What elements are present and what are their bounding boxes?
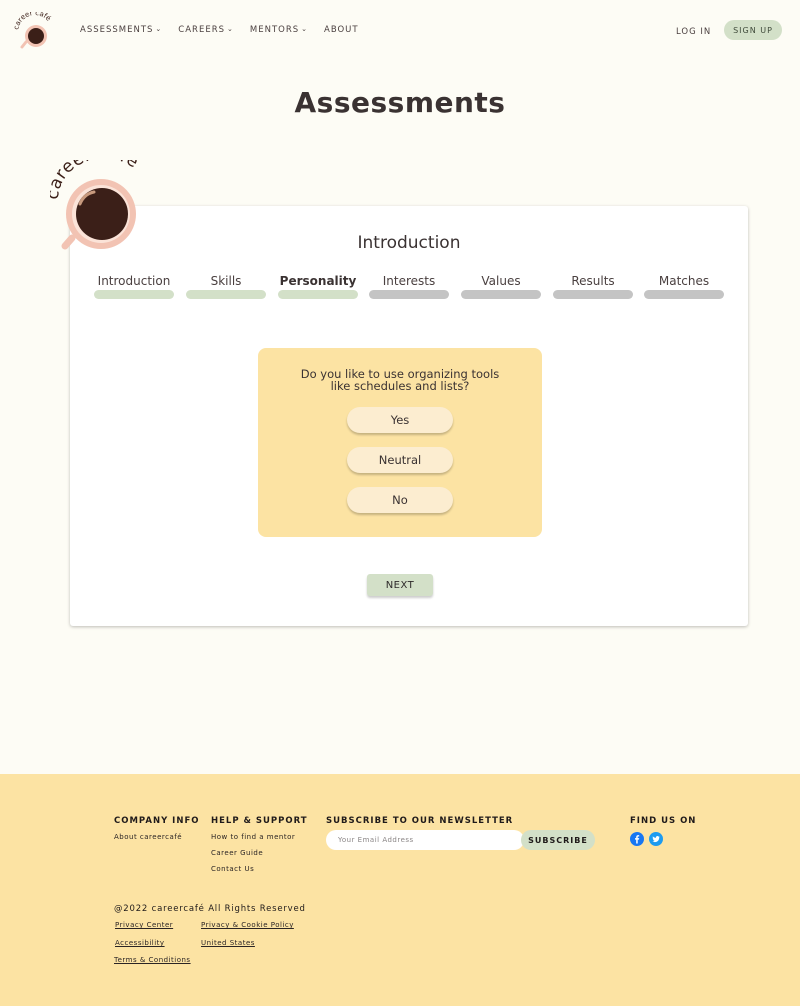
twitter-icon[interactable] [649,832,663,846]
step-bar-pending [461,290,541,299]
terms-conditions-link[interactable]: Terms & Conditions [114,956,191,964]
nav-assessments[interactable]: ASSESSMENTS ⌄ [80,25,162,35]
step-bar-complete [186,290,266,299]
step-label: Interests [382,274,436,288]
step-bar-pending [553,290,633,299]
nav-mentors-label: MENTORS [249,25,300,35]
find-mentor-link[interactable]: How to find a mentor [211,833,295,841]
nav-careers-label: CAREERS [178,25,225,35]
accessibility-link[interactable]: Accessibility [115,939,165,947]
site-footer: COMPANY INFO About careercafé HELP & SUP… [0,774,800,1006]
nav-mentors[interactable]: MENTORS ⌄ [250,25,308,35]
chevron-down-icon: ⌄ [155,25,163,33]
step-skills[interactable]: Skills [186,274,266,299]
nav-assessments-label: ASSESSMENTS [80,25,154,35]
about-link[interactable]: About careercafé [114,833,182,841]
step-label: Skills [210,274,242,288]
step-introduction[interactable]: Introduction [94,274,174,299]
newsletter-heading: SUBSCRIBE TO OUR NEWSLETTER [326,816,514,826]
email-field[interactable] [326,830,524,850]
region-link[interactable]: United States [201,939,255,947]
step-label: Values [481,274,521,288]
step-bar-complete [94,290,174,299]
card-title: Introduction [357,233,461,253]
step-label: Results [571,274,615,288]
answer-no-button[interactable]: No [347,487,453,513]
career-guide-link[interactable]: Career Guide [211,849,263,857]
find-us-heading: FIND US ON [630,816,697,826]
step-personality[interactable]: Personality [278,274,358,299]
step-values[interactable]: Values [461,274,541,299]
step-matches[interactable]: Matches [644,274,724,299]
step-label: Personality [279,274,357,288]
answer-yes-button[interactable]: Yes [347,407,453,433]
privacy-center-link[interactable]: Privacy Center [115,921,173,929]
step-bar-pending [644,290,724,299]
nav-about-label: ABOUT [324,25,359,35]
chevron-down-icon: ⌄ [301,25,308,33]
step-bar-current [278,290,358,299]
facebook-icon[interactable] [630,832,644,846]
company-info-heading: COMPANY INFO [114,816,200,826]
question-line-2: like schedules and lists? [330,379,470,393]
chevron-down-icon: ⌄ [227,25,234,33]
step-bar-pending [369,290,449,299]
contact-us-link[interactable]: Contact Us [211,865,254,873]
site-header: career café ASSESSMENTS ⌄ CAREERS ⌄ MENT… [0,0,800,60]
step-label: Matches [658,274,710,288]
page-title: Assessments [294,86,506,119]
nav-about[interactable]: ABOUT [324,25,359,35]
copyright-text: @2022 careercafé All Rights Reserved [114,904,306,914]
help-support-heading: HELP & SUPPORT [211,816,308,826]
career-cafe-logo-icon[interactable]: career café [14,12,56,50]
answer-neutral-button[interactable]: Neutral [347,447,453,473]
step-label: Introduction [97,274,171,288]
subscribe-button[interactable]: SUBSCRIBE [521,830,595,850]
signup-button[interactable]: SIGN UP [724,20,782,40]
privacy-cookie-policy-link[interactable]: Privacy & Cookie Policy [201,921,294,929]
step-interests[interactable]: Interests [369,274,449,299]
login-link[interactable]: LOG IN [676,27,711,37]
step-results[interactable]: Results [553,274,633,299]
main-nav: ASSESSMENTS ⌄ CAREERS ⌄ MENTORS ⌄ ABOUT [80,25,359,35]
next-button[interactable]: NEXT [367,574,433,596]
question-text: Do you like to use organizing tools like… [258,368,542,392]
question-panel: Do you like to use organizing tools like… [258,348,542,537]
nav-careers[interactable]: CAREERS ⌄ [178,25,234,35]
